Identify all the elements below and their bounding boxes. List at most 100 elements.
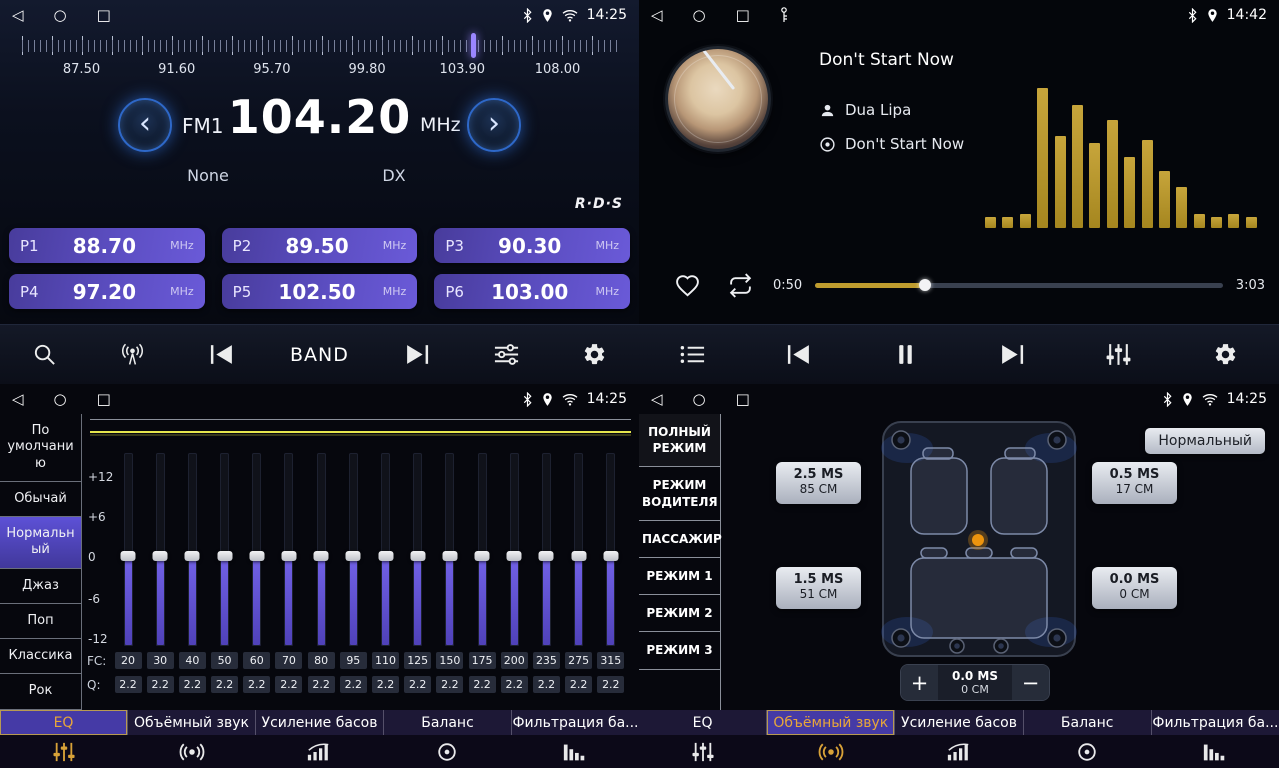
recents-button[interactable]: □: [97, 384, 111, 414]
tab-balance[interactable]: Баланс: [1024, 710, 1152, 735]
back-button[interactable]: ◁: [12, 384, 24, 414]
mode-full[interactable]: ПОЛНЫЙ РЕЖИМ: [639, 414, 720, 467]
tab-eq[interactable]: EQ: [0, 710, 128, 735]
tab-icon-bass[interactable]: [256, 735, 384, 768]
eq-slider-handle[interactable]: [410, 551, 425, 561]
recents-button[interactable]: □: [97, 0, 111, 30]
tuning-indicator[interactable]: [471, 33, 476, 58]
tab-bass-boost[interactable]: Усиление басов: [256, 710, 384, 735]
eq-slider-handle[interactable]: [539, 551, 554, 561]
back-button[interactable]: ◁: [651, 384, 663, 414]
preset-button-p3[interactable]: P3 90.30 MHz: [434, 228, 630, 263]
preset-button-p4[interactable]: P4 97.20 MHz: [9, 274, 205, 309]
settings-button[interactable]: [575, 342, 615, 367]
home-button[interactable]: ○: [693, 384, 706, 414]
delay-increase-button[interactable]: +: [901, 665, 938, 700]
tab-balance[interactable]: Баланс: [384, 710, 512, 735]
eq-band-slider[interactable]: [188, 453, 197, 646]
tune-down-button[interactable]: ‹: [118, 98, 172, 152]
home-button[interactable]: ○: [693, 0, 706, 30]
eq-band-slider[interactable]: [381, 453, 390, 646]
previous-track-button[interactable]: [779, 342, 819, 367]
preset-button-p2[interactable]: P2 89.50 MHz: [222, 228, 418, 263]
audio-settings-button[interactable]: [486, 342, 526, 367]
tab-icon-filter[interactable]: [511, 735, 639, 768]
tab-icon-balance[interactable]: [383, 735, 511, 768]
eq-slider-handle[interactable]: [217, 551, 232, 561]
settings-button[interactable]: [1206, 342, 1246, 367]
playlist-button[interactable]: [672, 342, 712, 367]
equalizer-button[interactable]: [1099, 342, 1139, 367]
pause-button[interactable]: [886, 342, 926, 367]
delay-front-right-button[interactable]: 0.5 MS 17 CM: [1092, 462, 1177, 504]
preset-button-p6[interactable]: P6 103.00 MHz: [434, 274, 630, 309]
eq-band-slider[interactable]: [349, 453, 358, 646]
eq-band-slider[interactable]: [478, 453, 487, 646]
recents-button[interactable]: □: [736, 0, 750, 30]
preset-button-p1[interactable]: P1 88.70 MHz: [9, 228, 205, 263]
eq-band-slider[interactable]: [510, 453, 519, 646]
eq-preset-custom[interactable]: Обычай: [0, 482, 81, 517]
eq-slider-handle[interactable]: [507, 551, 522, 561]
eq-slider-handle[interactable]: [281, 551, 296, 561]
tab-icon-filter[interactable]: [1151, 735, 1279, 768]
eq-band-slider[interactable]: [413, 453, 422, 646]
repeat-button[interactable]: [720, 273, 760, 298]
home-button[interactable]: ○: [54, 384, 67, 414]
scan-button[interactable]: [24, 342, 64, 367]
band-button[interactable]: BAND: [290, 344, 349, 366]
next-station-button[interactable]: [397, 342, 437, 367]
tab-icon-surround[interactable]: [128, 735, 256, 768]
tab-icon-eq[interactable]: [639, 735, 767, 768]
eq-band-slider[interactable]: [606, 453, 615, 646]
eq-preset-pop[interactable]: Поп: [0, 604, 81, 639]
seek-bar[interactable]: [815, 283, 1223, 288]
eq-preset-rock[interactable]: Рок: [0, 674, 81, 709]
eq-slider-handle[interactable]: [314, 551, 329, 561]
eq-band-slider[interactable]: [574, 453, 583, 646]
eq-preset-jazz[interactable]: Джаз: [0, 569, 81, 604]
tab-eq[interactable]: EQ: [639, 710, 767, 735]
eq-slider-handle[interactable]: [603, 551, 618, 561]
eq-slider-handle[interactable]: [378, 551, 393, 561]
mode-1[interactable]: РЕЖИМ 1: [639, 558, 720, 595]
eq-slider-handle[interactable]: [185, 551, 200, 561]
eq-slider-handle[interactable]: [121, 551, 136, 561]
back-button[interactable]: ◁: [12, 0, 24, 30]
delay-rear-right-button[interactable]: 0.0 MS 0 CM: [1092, 567, 1177, 609]
tune-up-button[interactable]: ›: [467, 98, 521, 152]
tab-surround[interactable]: Объёмный звук: [767, 710, 895, 735]
eq-slider-handle[interactable]: [571, 551, 586, 561]
previous-station-button[interactable]: [201, 342, 241, 367]
eq-preset-default[interactable]: По умолчанию: [0, 414, 81, 482]
preset-button-p5[interactable]: P5 102.50 MHz: [222, 274, 418, 309]
eq-slider-handle[interactable]: [346, 551, 361, 561]
mode-3[interactable]: РЕЖИМ 3: [639, 632, 720, 669]
delay-rear-left-button[interactable]: 1.5 MS 51 CM: [776, 567, 861, 609]
back-button[interactable]: ◁: [651, 0, 663, 30]
eq-slider-handle[interactable]: [249, 551, 264, 561]
eq-band-slider[interactable]: [252, 453, 261, 646]
preset-normal-button[interactable]: Нормальный: [1145, 428, 1265, 454]
delay-front-left-button[interactable]: 2.5 MS 85 CM: [776, 462, 861, 504]
delay-decrease-button[interactable]: −: [1012, 665, 1049, 700]
recents-button[interactable]: □: [736, 384, 750, 414]
mode-driver[interactable]: РЕЖИМ ВОДИТЕЛЯ: [639, 467, 720, 520]
eq-band-slider[interactable]: [542, 453, 551, 646]
seek-handle[interactable]: [919, 279, 931, 291]
eq-band-slider[interactable]: [220, 453, 229, 646]
eq-band-slider[interactable]: [124, 453, 133, 646]
broadcast-button[interactable]: [113, 342, 153, 367]
tab-icon-bass[interactable]: [895, 735, 1023, 768]
eq-band-slider[interactable]: [317, 453, 326, 646]
tab-icon-surround[interactable]: [767, 735, 895, 768]
tab-filter[interactable]: Фильтрация ба...: [512, 710, 639, 735]
eq-preset-classic[interactable]: Классика: [0, 639, 81, 674]
mode-passenger[interactable]: ПАССАЖИР: [639, 521, 720, 558]
eq-slider-handle[interactable]: [153, 551, 168, 561]
eq-band-slider[interactable]: [284, 453, 293, 646]
tab-surround[interactable]: Объёмный звук: [128, 710, 256, 735]
mode-2[interactable]: РЕЖИМ 2: [639, 595, 720, 632]
next-track-button[interactable]: [992, 342, 1032, 367]
favorite-button[interactable]: [667, 273, 707, 298]
